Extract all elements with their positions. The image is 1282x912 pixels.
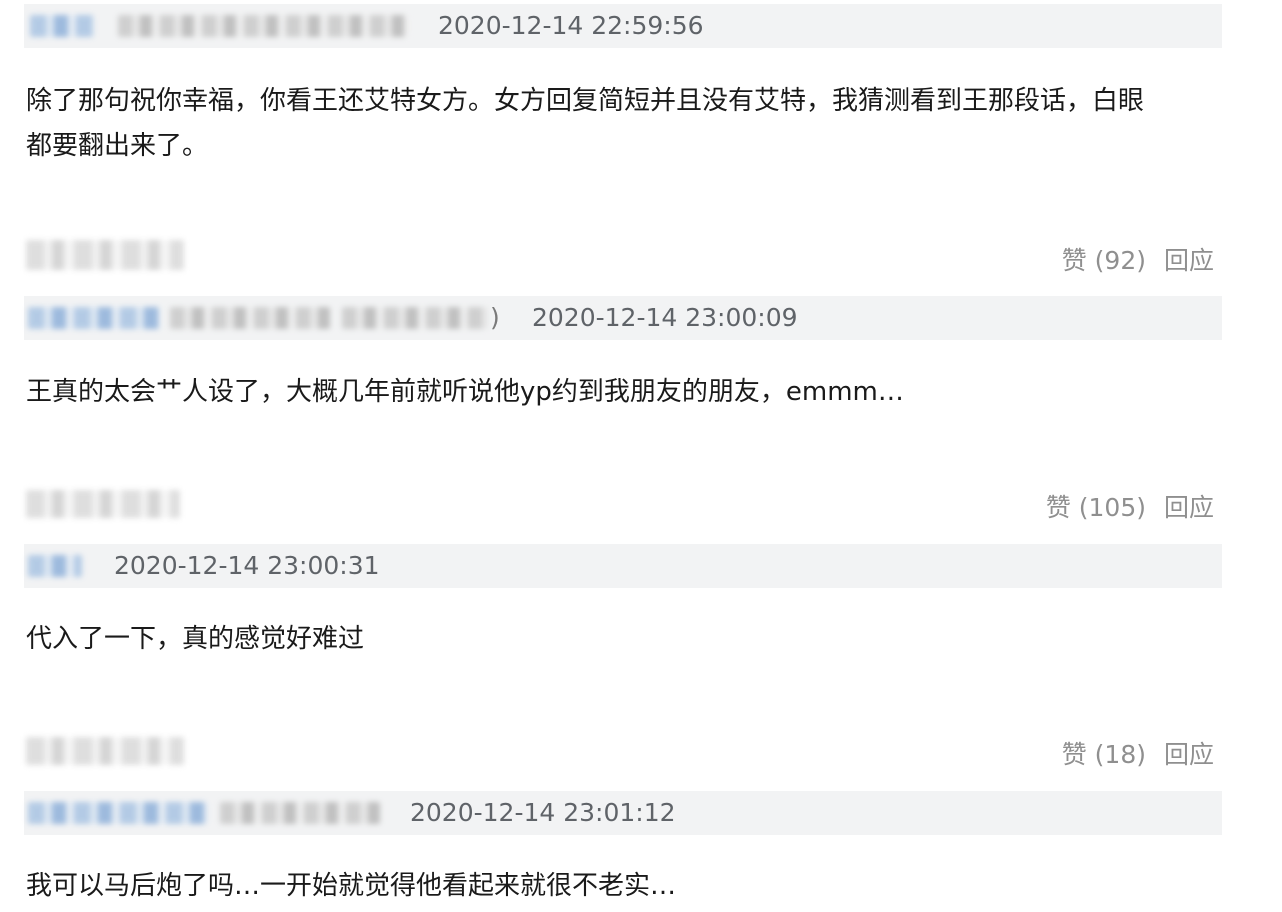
like-button[interactable]: 赞 (92) bbox=[1062, 246, 1146, 275]
comment-timestamp: 2020-12-14 23:00:31 bbox=[114, 551, 380, 580]
username[interactable] bbox=[170, 307, 330, 329]
comment-text: 我可以马后炮了吗…一开始就觉得他看起来就很不老实… bbox=[26, 871, 677, 901]
comment-text: 代入了一下，真的感觉好难过 bbox=[26, 624, 365, 654]
comment-actions: 赞 (92) 回应 bbox=[1062, 241, 1214, 281]
comment-timestamp: 2020-12-14 23:00:09 bbox=[532, 303, 798, 332]
comment-header: 2020-12-14 22:59:56 bbox=[24, 4, 1222, 48]
like-button[interactable]: 赞 (105) bbox=[1046, 493, 1146, 522]
comment-header: 2020-12-14 23:00:31 bbox=[24, 544, 1222, 588]
comment-timestamp: 2020-12-14 23:01:12 bbox=[410, 798, 676, 827]
comment-text: 王真的太会艹人设了，大概几年前就听说他yp约到我朋友的朋友，emmm… bbox=[26, 377, 904, 407]
comment-header: 2020-12-14 23:01:12 bbox=[24, 791, 1222, 835]
paren: ) bbox=[490, 303, 500, 332]
comment-actions: 赞 (105) 回应 bbox=[1046, 488, 1214, 528]
reply-button[interactable]: 回应 bbox=[1164, 493, 1214, 522]
comment-actions: 赞 (18) 回应 bbox=[1062, 735, 1214, 775]
username[interactable] bbox=[118, 15, 408, 37]
like-button[interactable]: 赞 (18) bbox=[1062, 740, 1146, 769]
avatar[interactable] bbox=[26, 490, 180, 518]
avatar[interactable] bbox=[26, 240, 184, 270]
avatar[interactable] bbox=[28, 307, 160, 329]
avatar[interactable] bbox=[28, 802, 208, 824]
comment-text: 除了那句祝你幸福，你看王还艾特女方。女方回复简短并且没有艾特，我猜测看到王那段话… bbox=[26, 86, 1145, 161]
comment-timestamp: 2020-12-14 22:59:56 bbox=[438, 11, 704, 40]
reply-button[interactable]: 回应 bbox=[1164, 246, 1214, 275]
reply-button[interactable]: 回应 bbox=[1164, 740, 1214, 769]
username[interactable] bbox=[220, 802, 380, 824]
avatar[interactable] bbox=[26, 737, 184, 765]
username-extra bbox=[342, 307, 488, 329]
avatar[interactable] bbox=[30, 15, 94, 37]
avatar[interactable] bbox=[28, 555, 82, 577]
comment-header: ) 2020-12-14 23:00:09 bbox=[24, 296, 1222, 340]
